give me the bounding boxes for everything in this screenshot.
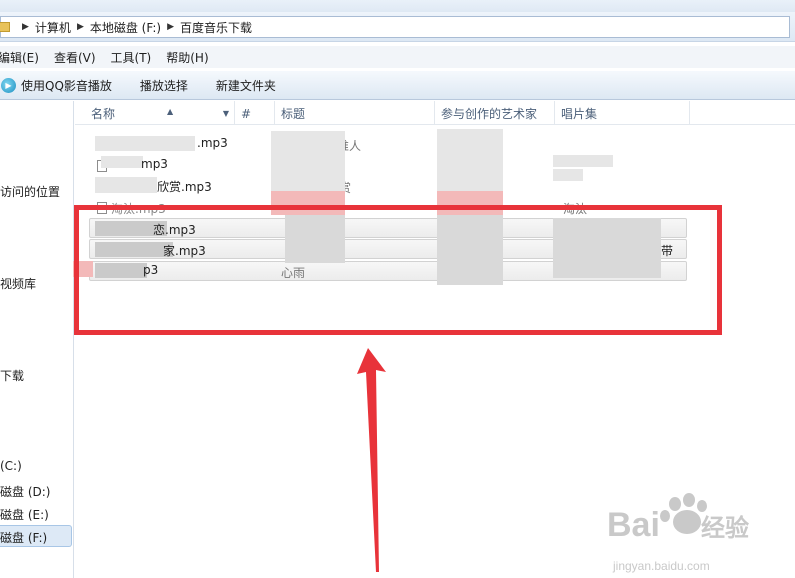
nav-recent-places[interactable]: 访问的位置	[0, 183, 60, 200]
breadcrumb-drive-f[interactable]: 本地磁盘 (F:)	[90, 19, 161, 36]
new-folder-label: 新建文件夹	[215, 78, 276, 93]
new-folder-button[interactable]: 新建文件夹	[216, 77, 276, 94]
nav-drive-d[interactable]: 磁盘 (D:)	[0, 483, 50, 500]
play-with-qq-button[interactable]: ▶ 使用QQ影音播放	[0, 77, 112, 94]
nav-drive-f[interactable]: 磁盘 (F:)	[0, 529, 47, 546]
play-selected-label: 播放选择	[139, 78, 188, 93]
column-album[interactable]: 唱片集	[555, 101, 690, 125]
baidu-jingyan-watermark: Bai 经验 jingyan.baidu.com	[607, 493, 749, 573]
chevron-right-icon[interactable]: ▶	[167, 22, 174, 32]
menu-tools[interactable]: 工具(T)	[111, 49, 152, 66]
menu-help[interactable]: 帮助(H)	[166, 49, 208, 66]
column-artist-label: 参与创作的艺术家	[441, 107, 538, 121]
column-number[interactable]: #	[235, 101, 275, 125]
breadcrumb-folder[interactable]: 百度音乐下载	[180, 19, 252, 36]
column-title[interactable]: 标题	[275, 101, 435, 125]
nav-drive-c[interactable]: (C:)	[0, 459, 22, 473]
column-title-label: 标题	[281, 107, 306, 121]
chevron-right-icon[interactable]: ▶	[22, 22, 29, 32]
watermark-brand: Bai	[607, 506, 660, 544]
address-box[interactable]: ▶ 计算机 ▶ 本地磁盘 (F:) ▶ 百度音乐下载	[0, 16, 790, 38]
nav-downloads[interactable]: 下载	[0, 367, 24, 384]
blurred-artist	[437, 129, 503, 191]
navigation-pane: 访问的位置 视频库 下载 (C:) 磁盘 (D:) 磁盘 (E:) 磁盘 (F:…	[0, 101, 74, 578]
column-album-label: 唱片集	[561, 107, 598, 121]
column-number-label: #	[241, 107, 252, 121]
column-name[interactable]: ▲ 名称 ▼	[85, 101, 235, 125]
column-artist[interactable]: 参与创作的艺术家	[435, 101, 555, 125]
blurred-album	[553, 155, 613, 167]
address-bar: ▶ 计算机 ▶ 本地磁盘 (F:) ▶ 百度音乐下载	[0, 12, 795, 42]
blurred-filename	[95, 136, 195, 151]
file-name[interactable]: 欣赏.mp3	[157, 178, 212, 195]
sort-ascending-icon: ▲	[167, 107, 174, 116]
play-selected-button[interactable]: 播放选择	[140, 77, 188, 94]
nav-drive-e[interactable]: 磁盘 (E:)	[0, 506, 49, 523]
qq-player-icon: ▶	[1, 77, 16, 93]
breadcrumb-computer[interactable]: 计算机	[35, 19, 71, 36]
chevron-right-icon[interactable]: ▶	[77, 22, 84, 32]
watermark-url: jingyan.baidu.com	[612, 559, 710, 573]
menu-edit[interactable]: 编辑(E)	[0, 49, 39, 66]
paw-icon	[660, 493, 707, 534]
blurred-album	[553, 169, 583, 181]
folder-icon	[0, 22, 10, 32]
blurred-filename	[101, 156, 143, 168]
nav-videos[interactable]: 视频库	[0, 275, 36, 292]
menu-bar: 编辑(E) 查看(V) 工具(T) 帮助(H)	[0, 46, 795, 68]
watermark-brand-cn: 经验	[701, 514, 749, 542]
menu-view[interactable]: 查看(V)	[54, 49, 96, 66]
chevron-down-icon[interactable]: ▼	[223, 101, 229, 127]
highlight-box	[74, 205, 722, 335]
file-name[interactable]: .mp3	[197, 136, 228, 150]
play-with-qq-label: 使用QQ影音播放	[21, 78, 112, 93]
blurred-filename	[95, 177, 157, 193]
column-header-row: ▲ 名称 ▼ # 标题 参与创作的艺术家 唱片集	[75, 101, 795, 125]
blurred-title	[271, 131, 345, 191]
file-name[interactable]: mp3	[141, 157, 168, 171]
column-name-label: 名称	[91, 107, 116, 121]
title-bar	[0, 0, 795, 12]
command-toolbar: ▶ 使用QQ影音播放 播放选择 新建文件夹	[0, 70, 795, 100]
